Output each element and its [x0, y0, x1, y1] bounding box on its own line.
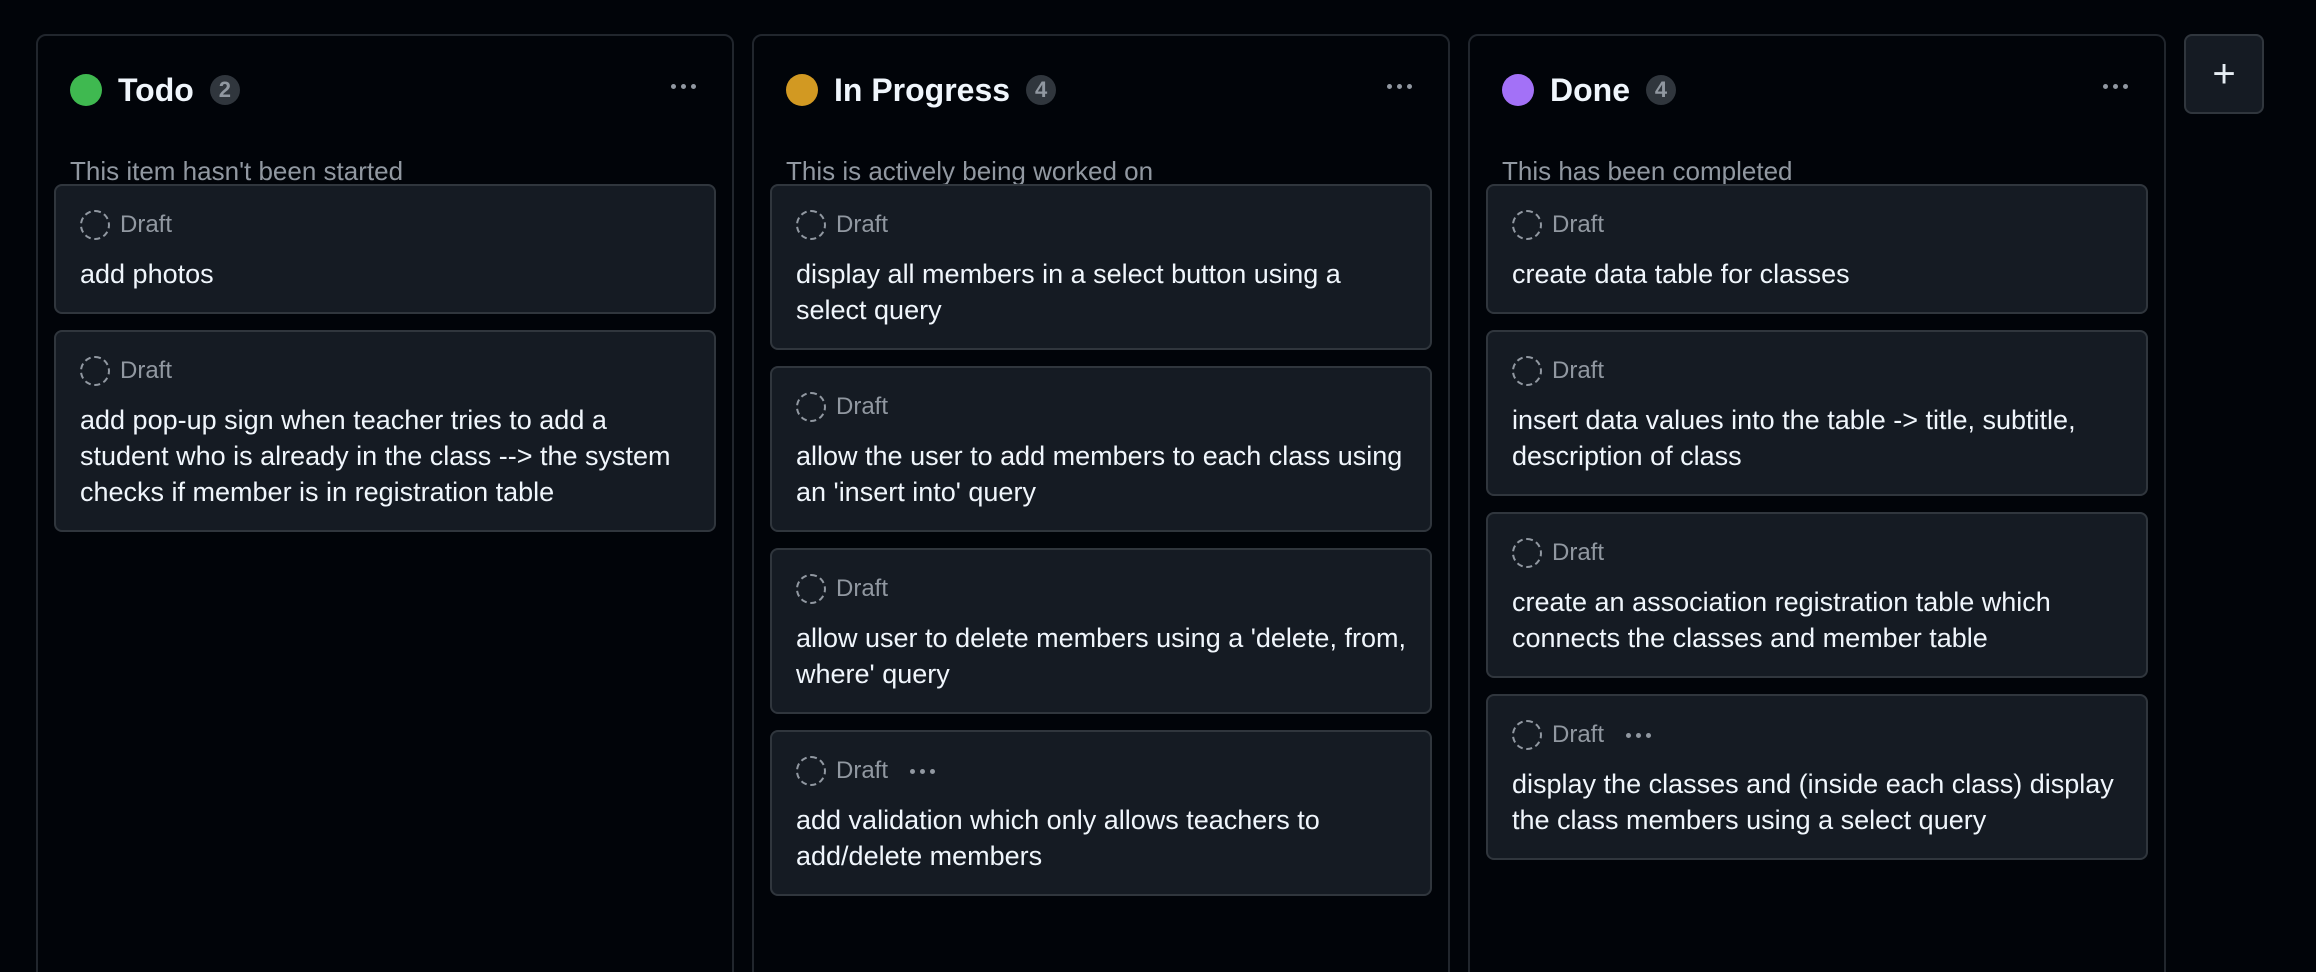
draft-label: Draft: [836, 757, 889, 784]
status-dot-icon: [786, 74, 818, 106]
card-item[interactable]: Draft insert data values into the table -…: [1486, 330, 2148, 496]
card-header: Draft: [1512, 718, 2122, 752]
draft-label: Draft: [1552, 357, 1605, 384]
add-column-button[interactable]: +: [2184, 34, 2264, 114]
status-dot-icon: [1502, 74, 1534, 106]
draft-label: Draft: [836, 211, 889, 238]
plus-icon: +: [2212, 52, 2236, 96]
draft-label: Draft: [1552, 539, 1605, 566]
card-header: Draft: [796, 208, 1406, 242]
draft-label: Draft: [120, 211, 173, 238]
card-item[interactable]: Draft display the classes and (inside eac…: [1486, 694, 2148, 860]
card-item[interactable]: Draft create data table for classes: [1486, 184, 2148, 314]
card-list: Draft display all members in a select but…: [770, 184, 1432, 912]
card-menu-button[interactable]: [1626, 720, 1652, 750]
card-header: Draft: [80, 208, 690, 242]
project-board: Todo 2 This item hasn't been started Draf…: [0, 0, 2316, 972]
draft-label: Draft: [836, 393, 889, 420]
column-description: This is actively being worked on: [786, 156, 1154, 186]
column-title-text: Todo: [118, 72, 194, 108]
card-title[interactable]: display all members in a select button u…: [796, 256, 1406, 328]
card-header: Draft: [796, 390, 1406, 424]
column-header: Done 4: [1502, 66, 2140, 116]
draft-circle-icon: [1512, 356, 1542, 386]
card-header: Draft: [796, 754, 1406, 788]
draft-label: Draft: [1552, 721, 1605, 748]
column-menu-button[interactable]: [658, 66, 708, 106]
card-header: Draft: [1512, 536, 2122, 570]
card-title[interactable]: allow user to delete members using a 'de…: [796, 620, 1406, 692]
ellipsis-icon: [910, 768, 916, 774]
card-item[interactable]: Draft allow the user to add members to ea…: [770, 366, 1432, 532]
card-menu-button[interactable]: [910, 756, 936, 786]
column-in-progress: In Progress 4 This is actively being work…: [752, 34, 1450, 972]
ellipsis-icon: [1626, 732, 1632, 738]
ellipsis-icon: [1386, 83, 1392, 89]
count-badge: 4: [1026, 75, 1057, 105]
card-title[interactable]: create data table for classes: [1512, 256, 2122, 292]
card-title[interactable]: display the classes and (inside each cla…: [1512, 766, 2122, 838]
draft-circle-icon: [80, 210, 110, 240]
card-header: Draft: [80, 354, 690, 388]
column-menu-button[interactable]: [1374, 66, 1424, 106]
card-item[interactable]: Draft add pop-up sign when teacher tries …: [54, 330, 716, 532]
draft-circle-icon: [796, 210, 826, 240]
column-description: This item hasn't been started: [70, 156, 404, 186]
card-title[interactable]: add pop-up sign when teacher tries to ad…: [80, 402, 690, 510]
draft-label: Draft: [120, 357, 173, 384]
card-title[interactable]: allow the user to add members to each cl…: [796, 438, 1406, 510]
card-title[interactable]: insert data values into the table -> tit…: [1512, 402, 2122, 474]
card-item[interactable]: Draft create an association registration …: [1486, 512, 2148, 678]
column-description: This has been completed: [1502, 156, 1793, 186]
card-header: Draft: [1512, 354, 2122, 388]
card-item[interactable]: Draft allow user to delete members using …: [770, 548, 1432, 714]
card-list: Draft add photos Draft add pop-up sign when…: [54, 184, 716, 548]
card-title[interactable]: create an association registration table…: [1512, 584, 2122, 656]
card-title[interactable]: add validation which only allows teacher…: [796, 802, 1406, 874]
card-list: Draft create data table for classes Draft i…: [1486, 184, 2148, 876]
card-header: Draft: [796, 572, 1406, 606]
draft-circle-icon: [1512, 210, 1542, 240]
column-title: Done 4: [1550, 72, 1676, 108]
status-dot-icon: [70, 74, 102, 106]
count-badge: 2: [209, 75, 240, 105]
ellipsis-icon: [2102, 83, 2108, 89]
draft-label: Draft: [836, 575, 889, 602]
column-menu-button[interactable]: [2090, 66, 2140, 106]
draft-circle-icon: [796, 574, 826, 604]
column-header: Todo 2: [70, 66, 708, 116]
card-item[interactable]: Draft add photos: [54, 184, 716, 314]
ellipsis-icon: [670, 83, 676, 89]
draft-label: Draft: [1552, 211, 1605, 238]
column-header: In Progress 4: [786, 66, 1424, 116]
column-todo: Todo 2 This item hasn't been started Draf…: [36, 34, 734, 972]
count-badge: 4: [1646, 75, 1676, 105]
card-header: Draft: [1512, 208, 2122, 242]
column-done: Done 4 This has been completed Draft creat…: [1468, 34, 2166, 972]
draft-circle-icon: [1512, 720, 1542, 750]
card-item[interactable]: Draft display all members in a select but…: [770, 184, 1432, 350]
column-title-text: In Progress: [834, 72, 1011, 108]
column-title: In Progress 4: [834, 72, 1057, 108]
draft-circle-icon: [1512, 538, 1542, 568]
draft-circle-icon: [80, 356, 110, 386]
column-title-text: Done: [1550, 72, 1630, 108]
draft-circle-icon: [796, 392, 826, 422]
column-title: Todo 2: [118, 72, 240, 108]
card-title[interactable]: add photos: [80, 256, 690, 292]
draft-circle-icon: [796, 756, 826, 786]
card-item[interactable]: Draft add validation which only allows te…: [770, 730, 1432, 896]
